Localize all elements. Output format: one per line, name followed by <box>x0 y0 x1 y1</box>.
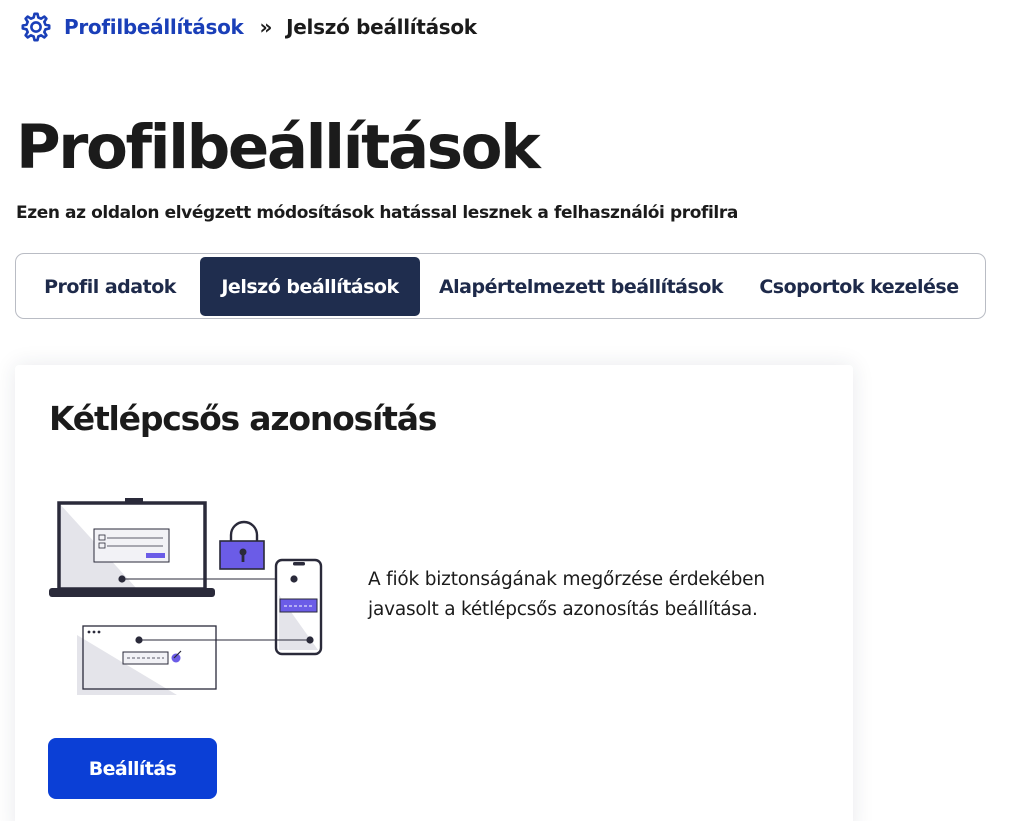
tab-profile-data[interactable]: Profil adatok <box>25 257 195 316</box>
page: Profilbeállítások » Jelszó beállítások P… <box>0 0 1033 821</box>
tab-manage-groups[interactable]: Csoportok kezelése <box>744 257 974 316</box>
card-description: A fiók biztonságának megőrzése érdekében… <box>368 569 765 620</box>
breadcrumb-current: Jelszó beállítások <box>286 15 477 39</box>
page-title: Profilbeállítások <box>16 112 541 183</box>
two-factor-card: Kétlépcsős azonosítás A fiók biztonságán… <box>15 365 853 821</box>
breadcrumb: Profilbeállítások » Jelszó beállítások <box>20 10 477 44</box>
breadcrumb-separator: » <box>259 15 273 39</box>
tab-password-settings[interactable]: Jelszó beállítások <box>200 257 420 316</box>
setup-button[interactable]: Beállítás <box>48 738 217 799</box>
tab-default-settings[interactable]: Alapértelmezett beállítások <box>428 257 734 316</box>
two-factor-devices-illustration <box>49 498 323 695</box>
gear-icon <box>21 12 51 42</box>
settings-tabs: Profil adatok Jelszó beállítások Alapért… <box>15 253 986 319</box>
card-title: Kétlépcsős azonosítás <box>49 399 437 438</box>
page-subtitle: Ezen az oldalon elvégzett módosítások ha… <box>16 203 738 223</box>
breadcrumb-link-profile-settings[interactable]: Profilbeállítások <box>64 15 244 39</box>
